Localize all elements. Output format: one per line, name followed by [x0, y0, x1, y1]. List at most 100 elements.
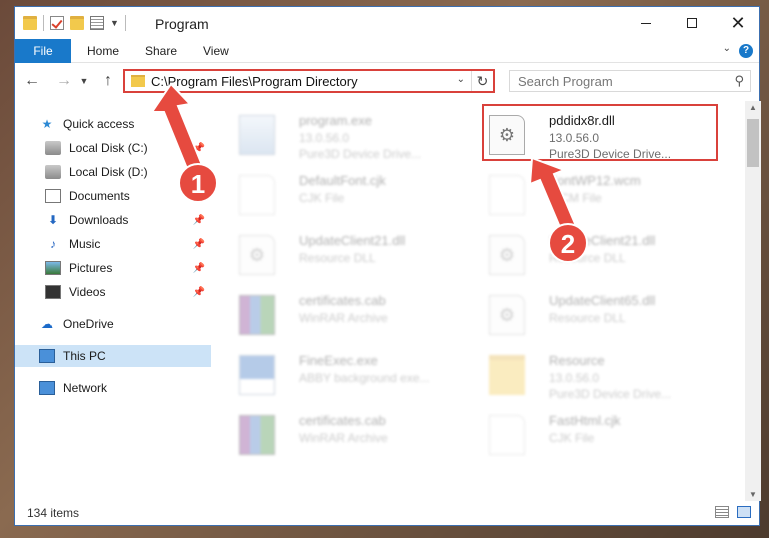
item-count: 134 items — [27, 506, 80, 520]
maximize-button[interactable] — [669, 7, 715, 39]
search-input[interactable]: Search Program — [518, 74, 613, 89]
file-item[interactable]: FineExec.exe ABBY background exe... — [219, 351, 459, 399]
large-icons-view-icon[interactable] — [737, 506, 751, 518]
sidebar-item-music[interactable]: ♪ Music 📌 — [15, 233, 211, 255]
tab-file[interactable]: File — [15, 39, 71, 63]
pc-icon — [39, 349, 55, 363]
sidebar-item-label: Documents — [69, 189, 130, 203]
download-icon: ⬇ — [47, 213, 59, 227]
dll-gear-icon: ⚙ — [489, 235, 525, 275]
properties-icon[interactable] — [90, 16, 104, 30]
file-item[interactable]: certificates.cab WinRAR Archive — [219, 411, 459, 459]
sidebar-item-network[interactable]: Network — [15, 377, 211, 399]
dll-gear-icon: ⚙ — [489, 295, 525, 335]
scroll-thumb[interactable] — [747, 119, 759, 167]
close-icon: ✕ — [730, 13, 746, 33]
disk-icon — [45, 165, 61, 179]
file-item[interactable]: FontWP12.wcm WCM File — [469, 171, 709, 219]
sidebar-item-label: OneDrive — [63, 317, 114, 331]
file-item[interactable]: DefaultFont.cjk CJK File — [219, 171, 459, 219]
forward-button[interactable]: → — [53, 70, 75, 92]
pin-icon: 📌 — [192, 190, 205, 202]
file-name: UpdateClient21.dll — [299, 233, 406, 248]
sidebar-item-downloads[interactable]: ⬇ Downloads 📌 — [15, 209, 211, 231]
sidebar-item-pictures[interactable]: Pictures 📌 — [15, 257, 211, 279]
minimize-button[interactable] — [623, 7, 669, 39]
minimize-icon — [641, 22, 651, 24]
refresh-icon[interactable]: ↻ — [471, 71, 493, 91]
file-item[interactable]: program.exe 13.0.56.0 Pure3D Device Driv… — [219, 111, 459, 161]
maximize-icon — [687, 18, 697, 28]
address-bar[interactable]: C:\Program Files\Program Directory ⌄ ↻ — [123, 69, 495, 93]
dll-gear-icon: ⚙ — [239, 235, 275, 275]
sidebar-item-onedrive[interactable]: ☁ OneDrive — [15, 313, 211, 335]
sidebar-item-local-disk-c[interactable]: Local Disk (C:) 📌 — [15, 137, 211, 159]
back-button[interactable]: ← — [21, 70, 43, 92]
file-item[interactable]: ⚙ UpdateClient65.dll Resource DLL — [469, 291, 709, 339]
file-item[interactable]: FastHtml.cjk CJK File — [469, 411, 709, 459]
tab-home[interactable]: Home — [73, 39, 133, 63]
scroll-up-icon[interactable]: ▲ — [745, 103, 761, 112]
details-view-icon[interactable] — [715, 506, 729, 518]
file-type: Resource DLL — [549, 311, 626, 325]
exe-icon — [239, 115, 275, 155]
scroll-down-icon[interactable]: ▼ — [745, 490, 761, 499]
help-icon[interactable]: ? — [739, 44, 753, 58]
file-name: certificates.cab — [299, 293, 386, 308]
tab-view[interactable]: View — [189, 39, 243, 63]
file-type: CJK File — [549, 431, 595, 445]
file-item[interactable]: ⚙ UpdateClient21.dll Resource DLL — [219, 231, 459, 279]
search-box[interactable]: Search Program ⚲ — [509, 70, 751, 92]
sidebar-item-label: Local Disk (D:) — [69, 165, 148, 179]
disk-icon — [45, 141, 61, 155]
recent-locations-icon[interactable]: ▼ — [77, 70, 91, 92]
file-item[interactable]: certificates.cab WinRAR Archive — [219, 291, 459, 339]
file-name: DefaultFont.cjk — [299, 173, 386, 188]
file-name: FastHtml.cjk — [549, 413, 621, 428]
pin-icon: 📌 — [192, 238, 205, 250]
file-list: program.exe 13.0.56.0 Pure3D Device Driv… — [211, 101, 745, 501]
document-icon — [489, 415, 525, 455]
quick-access-toolbar: ▼ — [23, 15, 126, 31]
address-path[interactable]: C:\Program Files\Program Directory — [151, 74, 358, 89]
chevron-down-icon[interactable]: ⌄ — [457, 74, 465, 85]
pin-icon: 📌 — [192, 286, 205, 298]
expand-ribbon-icon[interactable]: ⌄ — [723, 43, 731, 54]
file-name: UpdateClient21.dll — [549, 233, 656, 248]
navigation-bar: ← → ▼ ↑ C:\Program Files\Program Directo… — [15, 65, 759, 97]
status-bar: 134 items — [15, 501, 759, 525]
file-type: Resource DLL — [549, 251, 626, 265]
customize-dropdown-icon[interactable]: ▼ — [110, 18, 119, 28]
file-item[interactable]: Resource 13.0.56.0 Pure3D Device Drive..… — [469, 351, 709, 401]
sidebar-item-label: Downloads — [69, 213, 129, 227]
file-item[interactable]: ⚙ UpdateClient21.dll Resource DLL — [469, 231, 709, 279]
file-type: WCM File — [549, 191, 602, 205]
documents-icon — [45, 189, 61, 203]
tab-share[interactable]: Share — [131, 39, 191, 63]
pin-icon: 📌 — [192, 262, 205, 274]
file-type: WinRAR Archive — [299, 311, 388, 325]
properties-check-icon[interactable] — [50, 16, 64, 30]
title-bar: ▼ Program ✕ — [15, 7, 759, 39]
navigation-pane: ★ Quick access Local Disk (C:) 📌 Local D… — [15, 101, 211, 499]
pictures-icon — [45, 261, 61, 275]
close-button[interactable]: ✕ — [715, 7, 761, 39]
sidebar-item-documents[interactable]: Documents 📌 — [15, 185, 211, 207]
up-button[interactable]: ↑ — [97, 70, 119, 92]
sidebar-item-videos[interactable]: Videos 📌 — [15, 281, 211, 303]
file-version: 13.0.56.0 — [549, 371, 600, 385]
sidebar-item-label: Quick access — [63, 117, 135, 131]
document-icon — [489, 175, 525, 215]
sidebar-item-label: Music — [69, 237, 101, 251]
sidebar-item-label: Local Disk (C:) — [69, 141, 148, 155]
new-folder-icon[interactable] — [70, 16, 84, 30]
videos-icon — [45, 285, 61, 299]
file-type: Resource DLL — [299, 251, 376, 265]
sidebar-item-this-pc[interactable]: This PC — [15, 345, 211, 367]
file-highlight-box — [482, 104, 718, 161]
sidebar-item-local-disk-d[interactable]: Local Disk (D:) 📌 — [15, 161, 211, 183]
sidebar-item-quick-access[interactable]: ★ Quick access — [15, 113, 211, 135]
search-icon[interactable]: ⚲ — [734, 73, 744, 89]
network-icon — [39, 381, 55, 395]
vertical-scrollbar[interactable]: ▲ ▼ — [745, 101, 761, 501]
